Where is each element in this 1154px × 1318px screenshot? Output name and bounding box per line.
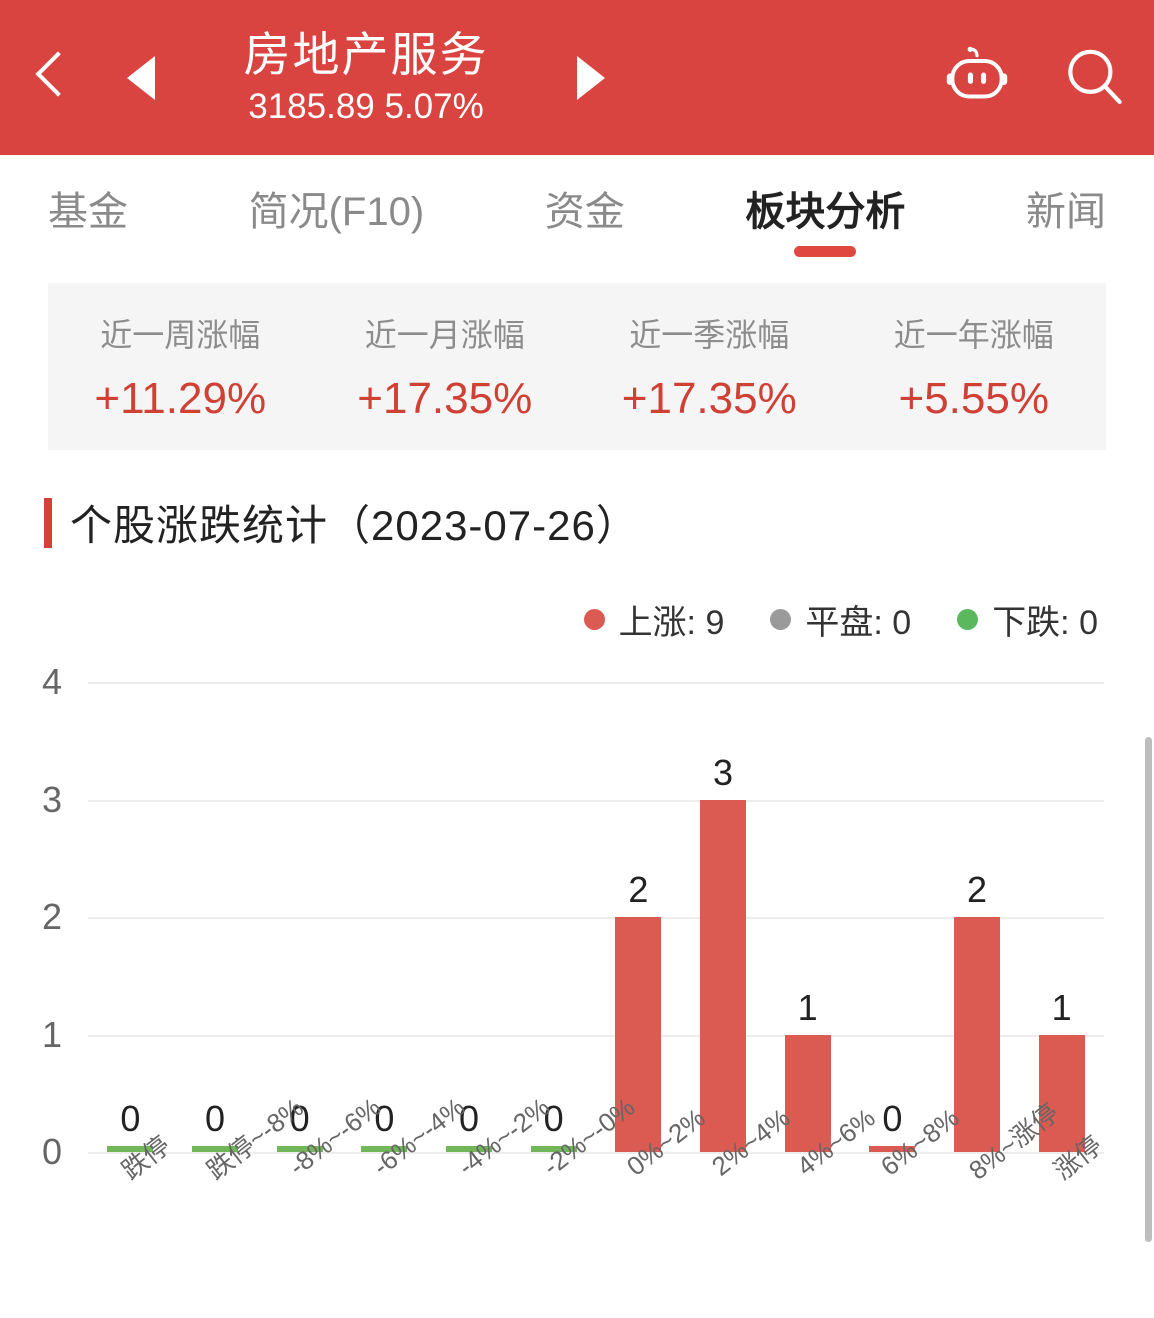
chart-bar-slot[interactable]: 3 <box>681 682 766 1152</box>
tab-label: 简况(F10) <box>248 190 425 234</box>
vertical-scrollbar[interactable] <box>1145 737 1152 1242</box>
tab-funds[interactable]: 基金 <box>44 171 132 257</box>
legend-label: 上涨: 9 <box>618 604 725 642</box>
y-axis-tick-label: 0 <box>41 1131 62 1172</box>
chart-bar-slot[interactable]: 0 <box>88 682 173 1152</box>
legend-dot-down-icon <box>957 609 979 630</box>
chart-legend: 上涨: 9 平盘: 0 下跌: 0 <box>0 595 1154 644</box>
chart-bar-slot[interactable]: 0 <box>511 682 596 1152</box>
app-header: 房地产服务 3185.89 5.07% <box>0 0 1154 155</box>
tab-label: 板块分析 <box>745 190 906 234</box>
chart-bar-slot[interactable]: 0 <box>173 682 258 1152</box>
stat-label: 近一周涨幅 <box>100 316 261 353</box>
section-title-text: 个股涨跌统计（2023-07-26） <box>70 502 639 549</box>
stat-label: 近一年涨幅 <box>893 316 1054 353</box>
next-sector-button[interactable] <box>546 0 636 155</box>
stat-year: 近一年涨幅 +5.55% <box>842 310 1107 424</box>
chart-bar-value-label: 1 <box>1051 986 1072 1028</box>
chart-bar-value-label: 0 <box>204 1098 225 1139</box>
chart-bar[interactable] <box>699 799 746 1152</box>
chart-bars: 000000231021 <box>88 682 1104 1152</box>
chart-bar-value-label: 0 <box>882 1098 903 1139</box>
header-center: 房地产服务 3185.89 5.07% <box>186 27 546 127</box>
chart-bar-value-label: 2 <box>966 869 987 910</box>
tab-sector-analysis[interactable]: 板块分析 <box>741 171 909 257</box>
stat-value: +11.29% <box>94 373 267 423</box>
chevron-left-icon <box>32 50 64 106</box>
y-axis-tick-label: 3 <box>41 778 62 820</box>
stat-value: +17.35% <box>357 373 533 423</box>
page-title: 房地产服务 <box>243 27 489 81</box>
chart-bar-value-label: 1 <box>797 986 818 1028</box>
chart-bar-slot[interactable]: 0 <box>427 682 512 1152</box>
stat-label: 近一季涨幅 <box>629 316 790 353</box>
chart-bar-value-label: 3 <box>712 751 733 793</box>
chart-bar-slot[interactable]: 0 <box>257 682 342 1152</box>
stat-value: +5.55% <box>898 373 1049 423</box>
stat-week: 近一周涨幅 +11.29% <box>48 310 313 424</box>
chart-bar[interactable] <box>953 917 1000 1152</box>
stat-quarter: 近一季涨幅 +17.35% <box>577 310 842 424</box>
triangle-right-icon <box>577 55 605 100</box>
chart-x-axis-labels: 跌停 跌停~-8% -8%~-6% -6%~-4% -4%~-2% -2%~-0% 0%~2… <box>88 1092 1107 1278</box>
chart-bar-slot[interactable]: 2 <box>596 682 681 1152</box>
robot-assistant-icon <box>946 46 1008 99</box>
header-actions <box>918 0 1154 155</box>
legend-item-down[interactable]: 下跌: 0 <box>957 595 1098 644</box>
prev-sector-button[interactable] <box>96 0 186 155</box>
robot-assistant-button[interactable] <box>918 0 1036 155</box>
section-header: 个股涨跌统计（2023-07-26） <box>44 492 1154 553</box>
chart-bar-slot[interactable]: 1 <box>765 682 850 1152</box>
chart-bar-value-label: 2 <box>628 869 649 910</box>
legend-dot-flat-icon <box>770 609 792 630</box>
tab-label: 新闻 <box>1025 190 1106 234</box>
performance-summary-panel: 近一周涨幅 +11.29% 近一月涨幅 +17.35% 近一季涨幅 +17.35… <box>48 283 1106 450</box>
chart-bar-slot[interactable]: 1 <box>1019 682 1104 1152</box>
triangle-left-icon <box>127 55 155 100</box>
chart-bar-value-label: 0 <box>120 1098 141 1139</box>
chart-bar-slot[interactable]: 0 <box>342 682 427 1152</box>
active-tab-indicator <box>794 246 857 257</box>
legend-label: 平盘: 0 <box>805 604 912 642</box>
distribution-bar-chart: 01234 000000231021 跌停 跌停~-8% -8%~-6% -6%~-4… <box>0 661 1154 1186</box>
y-axis-tick-label: 4 <box>41 661 62 702</box>
index-quote: 3185.89 5.07% <box>248 87 484 127</box>
y-axis-tick-label: 1 <box>41 1013 62 1055</box>
search-button[interactable] <box>1036 0 1154 155</box>
tab-capital[interactable]: 资金 <box>541 171 629 257</box>
stat-month: 近一月涨幅 +17.35% <box>313 310 578 424</box>
tab-label: 资金 <box>544 190 625 234</box>
tab-profile-f10[interactable]: 简况(F10) <box>245 171 429 257</box>
chart-plot-area: 01234 000000231021 <box>42 661 1104 1172</box>
chart-bar-slot[interactable]: 0 <box>850 682 935 1152</box>
search-icon <box>1068 49 1122 104</box>
legend-dot-up-icon <box>583 609 605 630</box>
legend-label: 下跌: 0 <box>992 604 1098 642</box>
stat-value: +17.35% <box>621 373 797 423</box>
stat-label: 近一月涨幅 <box>364 316 525 353</box>
tab-bar: 基金 简况(F10) 资金 板块分析 新闻 <box>0 155 1154 273</box>
legend-item-up[interactable]: 上涨: 9 <box>583 595 725 644</box>
section-accent-bar <box>44 497 52 548</box>
back-button[interactable] <box>0 0 96 155</box>
legend-item-flat[interactable]: 平盘: 0 <box>770 595 911 644</box>
chart-bar-slot[interactable]: 2 <box>935 682 1020 1152</box>
tab-label: 基金 <box>48 190 128 234</box>
tab-news[interactable]: 新闻 <box>1022 171 1110 257</box>
y-axis-tick-label: 2 <box>41 896 62 937</box>
